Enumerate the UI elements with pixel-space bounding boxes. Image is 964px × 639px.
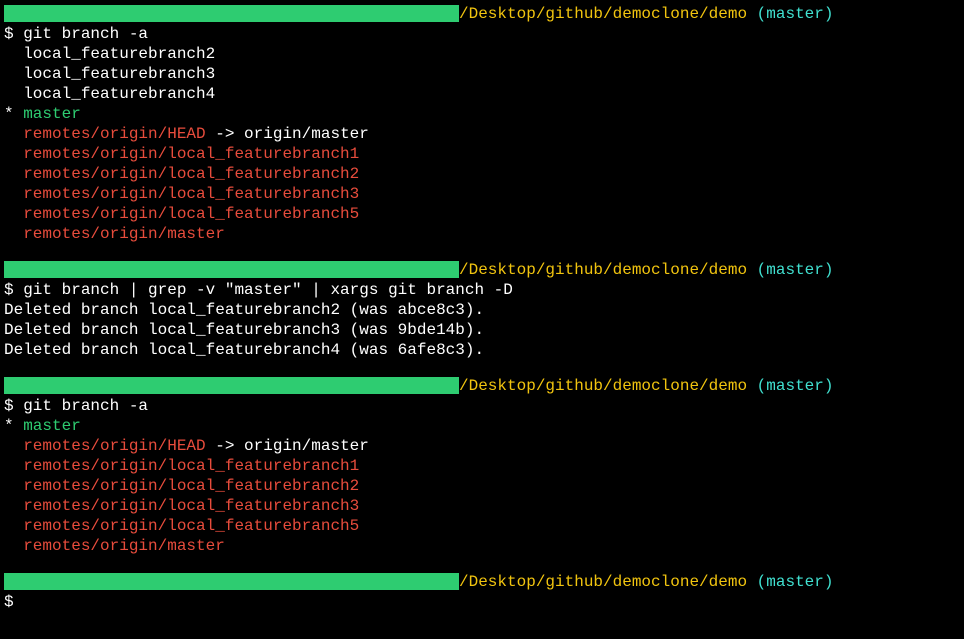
output-segment: remotes/origin/HEAD [23, 125, 205, 143]
block-spacer [0, 244, 964, 260]
prompt-line: /Desktop/github/democlone/demo (master) [0, 376, 964, 396]
output-segment: master [23, 105, 81, 123]
block-spacer [0, 556, 964, 572]
prompt-branch: (master) [757, 573, 834, 591]
prompt-line: /Desktop/github/democlone/demo (master) [0, 4, 964, 24]
output-line: Deleted branch local_featurebranch4 (was… [0, 340, 964, 360]
prompt-line: /Desktop/github/democlone/demo (master) [0, 572, 964, 592]
output-line: remotes/origin/local_featurebranch1 [0, 456, 964, 476]
output-segment: master [23, 417, 81, 435]
output-line: * master [0, 416, 964, 436]
prompt-user-bar [4, 5, 459, 22]
output-line: remotes/origin/local_featurebranch5 [0, 516, 964, 536]
output-segment: -> origin/master [206, 437, 369, 455]
output-segment [4, 437, 23, 455]
terminal-window[interactable]: /Desktop/github/democlone/demo (master)$… [0, 4, 964, 612]
command-line[interactable]: $ git branch -a [0, 396, 964, 416]
output-segment: remotes/origin/HEAD [23, 437, 205, 455]
output-line: remotes/origin/master [0, 224, 964, 244]
output-line: remotes/origin/master [0, 536, 964, 556]
output-segment: * [4, 417, 23, 435]
output-line: local_featurebranch2 [0, 44, 964, 64]
prompt-line: /Desktop/github/democlone/demo (master) [0, 260, 964, 280]
output-segment: -> origin/master [206, 125, 369, 143]
output-line: remotes/origin/local_featurebranch3 [0, 184, 964, 204]
prompt-path: /Desktop/github/democlone/demo [459, 573, 747, 591]
output-line: Deleted branch local_featurebranch2 (was… [0, 300, 964, 320]
output-line: remotes/origin/local_featurebranch1 [0, 144, 964, 164]
output-line: remotes/origin/local_featurebranch3 [0, 496, 964, 516]
prompt-branch: (master) [757, 261, 834, 279]
command-line[interactable]: $ git branch -a [0, 24, 964, 44]
output-line: remotes/origin/local_featurebranch2 [0, 476, 964, 496]
output-line: * master [0, 104, 964, 124]
output-line: local_featurebranch3 [0, 64, 964, 84]
prompt-path: /Desktop/github/democlone/demo [459, 261, 747, 279]
block-spacer [0, 360, 964, 376]
prompt-user-bar [4, 573, 459, 590]
prompt-user-bar [4, 377, 459, 394]
output-segment: * [4, 105, 23, 123]
prompt-path: /Desktop/github/democlone/demo [459, 5, 747, 23]
prompt-user-bar [4, 261, 459, 278]
output-segment [4, 125, 23, 143]
output-line: local_featurebranch4 [0, 84, 964, 104]
output-line: remotes/origin/local_featurebranch2 [0, 164, 964, 184]
output-line: remotes/origin/HEAD -> origin/master [0, 124, 964, 144]
prompt-branch: (master) [757, 377, 834, 395]
output-line: remotes/origin/local_featurebranch5 [0, 204, 964, 224]
command-line[interactable]: $ git branch | grep -v "master" | xargs … [0, 280, 964, 300]
prompt-branch: (master) [757, 5, 834, 23]
output-line: Deleted branch local_featurebranch3 (was… [0, 320, 964, 340]
output-line: remotes/origin/HEAD -> origin/master [0, 436, 964, 456]
prompt-path: /Desktop/github/democlone/demo [459, 377, 747, 395]
command-line[interactable]: $ [0, 592, 964, 612]
